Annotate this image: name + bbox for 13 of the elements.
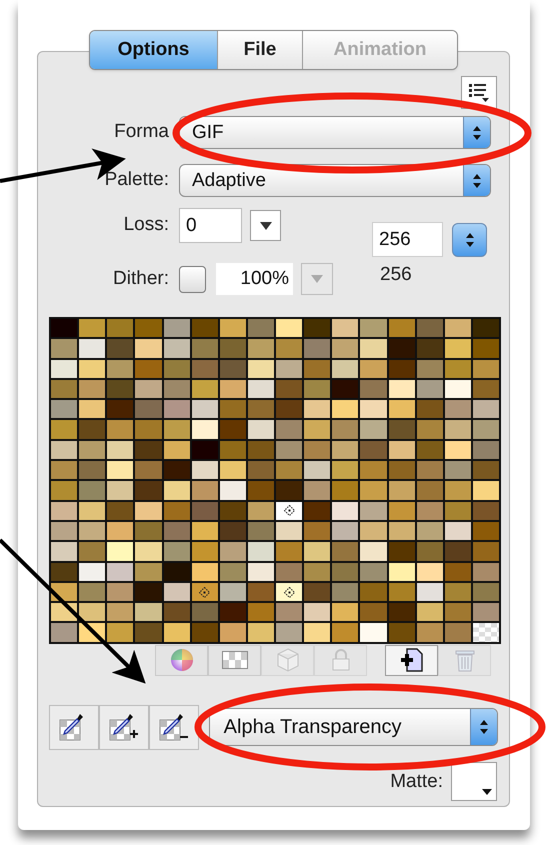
- field-label: Matte:: [390, 770, 443, 794]
- transparency-dropdown[interactable]: Alpha Transparency: [208, 708, 498, 746]
- field-label: Forma: [114, 120, 169, 144]
- field-label: Palette:: [104, 168, 169, 192]
- tab[interactable]: Options: [90, 31, 217, 69]
- color-count: 256: [380, 264, 412, 285]
- colors-field[interactable]: 256: [372, 222, 443, 257]
- field-label: Loss:: [124, 213, 169, 238]
- field-label: Dither:: [113, 266, 169, 291]
- format-dropdown[interactable]: GIF: [179, 116, 491, 149]
- dither-amount-field[interactable]: 100%: [216, 263, 293, 295]
- loss-field[interactable]: 0: [179, 208, 242, 243]
- tab[interactable]: File: [217, 31, 302, 69]
